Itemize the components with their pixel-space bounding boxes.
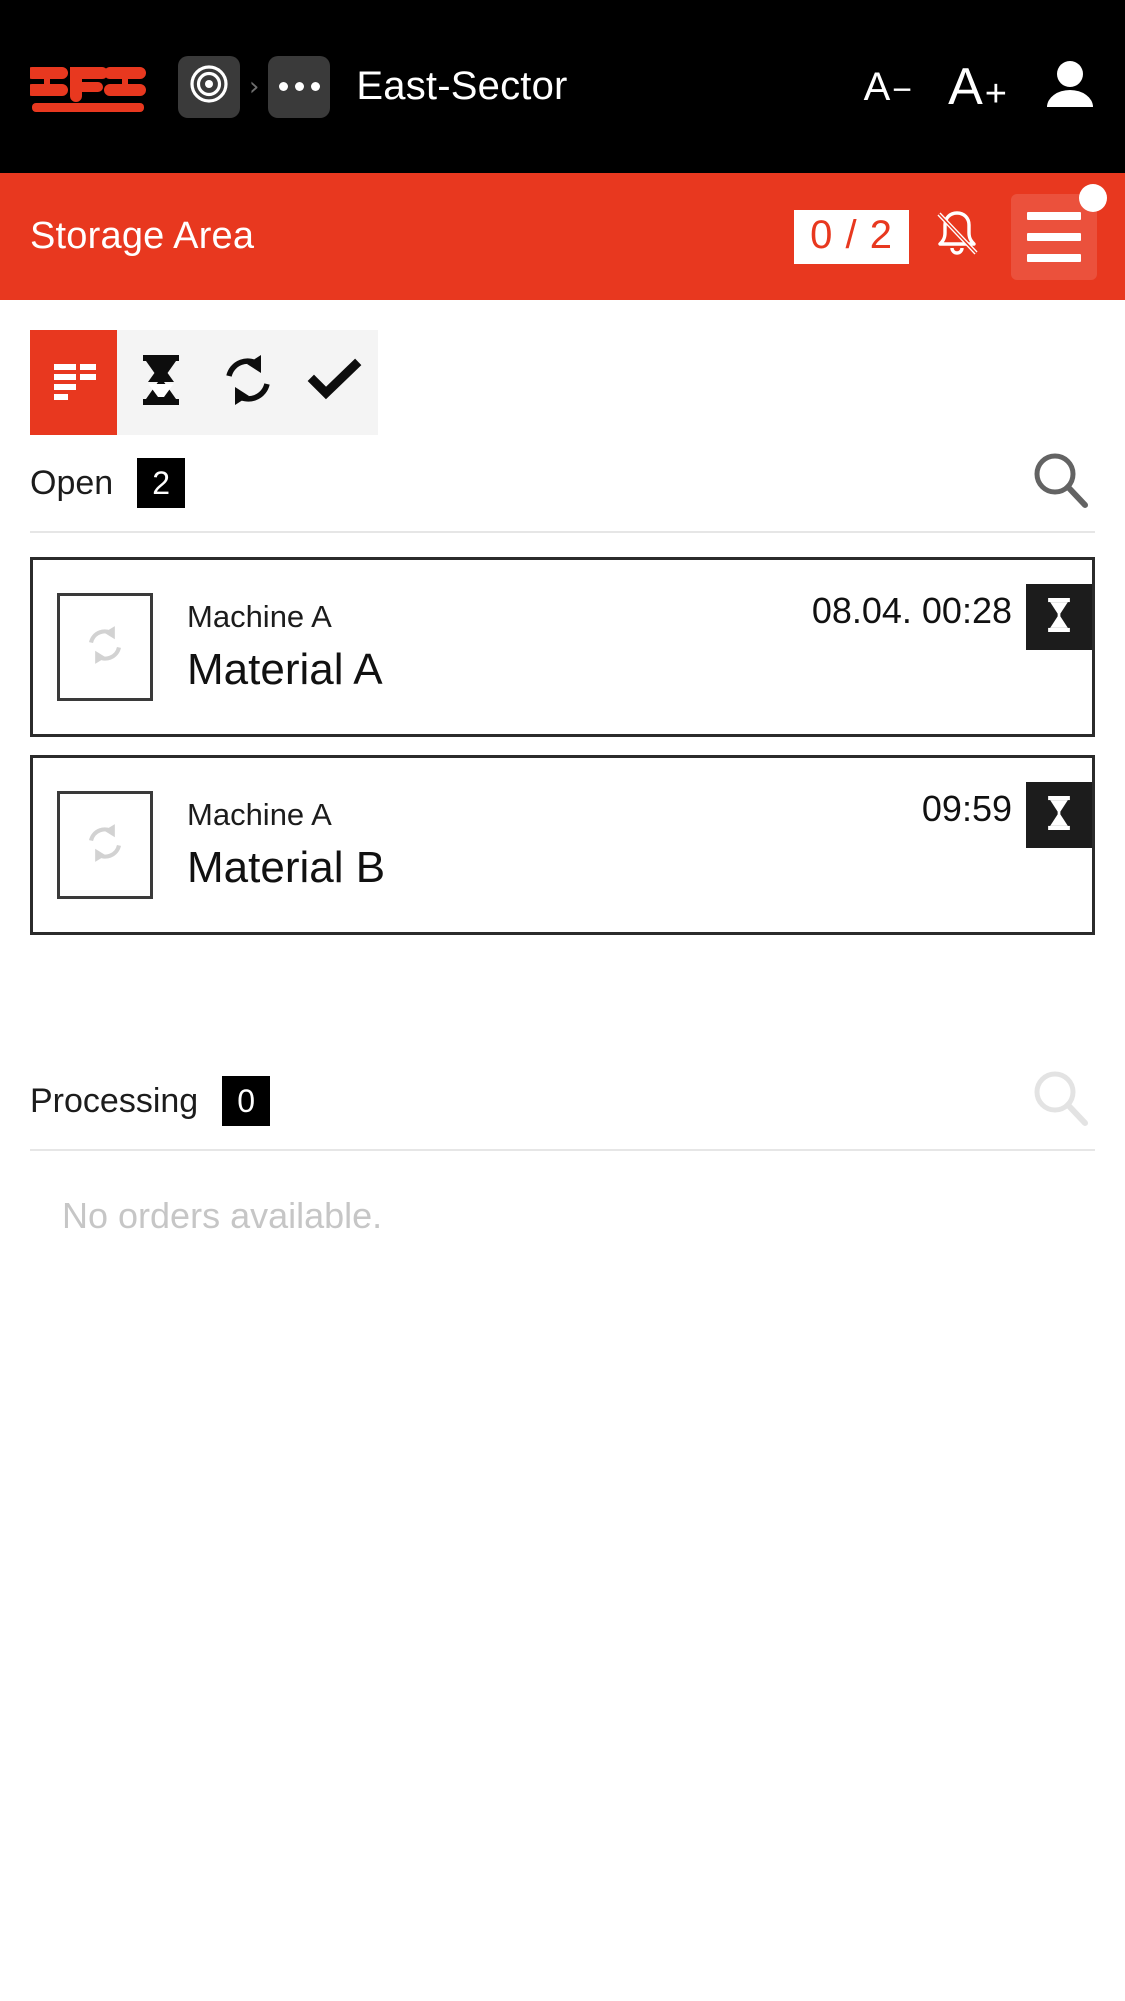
order-thumbnail — [57, 791, 153, 899]
empty-state-message: No orders available. — [62, 1195, 383, 1236]
order-details: Machine A Material B — [187, 796, 922, 892]
top-navigation-bar: › East-Sector A − A + — [0, 0, 1125, 173]
tab-pending[interactable] — [117, 330, 204, 435]
target-icon — [189, 64, 229, 109]
account-button[interactable] — [1043, 59, 1097, 115]
order-time: 09:59 — [921, 788, 1012, 829]
order-machine: Machine A — [187, 796, 332, 832]
order-meta: 08.04. 00:28 — [812, 584, 1092, 650]
check-icon — [307, 352, 363, 413]
ellipsis-icon — [278, 82, 320, 91]
notification-toggle-button[interactable] — [931, 209, 983, 265]
page-header-bar: Storage Area 0 / 2 — [0, 173, 1125, 300]
section-label-open: Open — [30, 463, 114, 502]
hamburger-line — [1027, 253, 1081, 262]
breadcrumb-current-title: East-Sector — [356, 64, 568, 108]
orders-list-open: Machine A Material A 08.04. 00:28 Machin… — [0, 533, 1125, 953]
section-label-processing: Processing — [30, 1081, 199, 1120]
order-time: 08.04. 00:28 — [811, 590, 1012, 631]
font-decrease-sign: − — [892, 70, 913, 109]
topbar-actions: A − A + — [864, 59, 1097, 115]
bell-off-icon — [932, 208, 982, 265]
font-decrease-button[interactable]: A − — [864, 67, 913, 107]
page-title: Storage Area — [30, 215, 255, 257]
breadcrumb-home-button[interactable] — [178, 55, 240, 118]
list-report-icon — [46, 352, 102, 413]
font-increase-sign: + — [984, 72, 1007, 115]
hourglass-icon — [1042, 594, 1076, 641]
section-count-open: 2 — [137, 458, 186, 508]
content-filler — [0, 1237, 1125, 2001]
header-actions: 0 / 2 — [794, 183, 1107, 280]
menu-notification-dot — [1079, 183, 1107, 212]
order-machine: Machine A — [187, 598, 332, 634]
sync-refresh-icon — [82, 622, 128, 673]
font-increase-letter: A — [948, 57, 983, 116]
order-material: Material B — [187, 843, 386, 892]
hamburger-line — [1027, 211, 1081, 220]
hamburger-menu-button[interactable] — [1011, 183, 1107, 280]
tab-completed[interactable] — [291, 330, 378, 435]
sfs-logo[interactable] — [30, 59, 148, 115]
tabs-container — [0, 300, 1125, 435]
order-thumbnail — [57, 593, 153, 701]
search-icon[interactable] — [1027, 1065, 1095, 1138]
order-status-badge — [1026, 584, 1092, 650]
order-status-badge — [1026, 782, 1092, 848]
section-header-open: Open 2 — [0, 435, 1125, 531]
sync-refresh-icon — [82, 820, 128, 871]
search-icon[interactable] — [1027, 447, 1095, 520]
app-screen: › East-Sector A − A + Storage Area 0 / 2… — [0, 0, 1125, 2001]
breadcrumb-separator-icon: › — [249, 71, 260, 102]
hourglass-icon — [1042, 792, 1076, 839]
tab-strip — [30, 330, 378, 435]
order-card[interactable]: Machine A Material A 08.04. 00:28 — [30, 557, 1095, 737]
tab-in-progress[interactable] — [204, 330, 291, 435]
hamburger-line — [1027, 232, 1081, 241]
section-header-processing: Processing 0 — [0, 1053, 1125, 1149]
person-icon — [1044, 57, 1096, 116]
font-decrease-letter: A — [863, 64, 891, 109]
font-increase-button[interactable]: A + — [948, 61, 1007, 113]
order-material: Material A — [187, 645, 383, 694]
hourglass-icon — [136, 352, 186, 413]
order-card[interactable]: Machine A Material B 09:59 — [30, 755, 1095, 935]
sync-refresh-icon — [220, 352, 276, 413]
order-meta: 09:59 — [922, 782, 1092, 848]
tab-overview[interactable] — [30, 330, 117, 435]
section-count-processing: 0 — [222, 1076, 271, 1126]
header-counter-chip: 0 / 2 — [794, 209, 909, 264]
breadcrumb-overflow-button[interactable] — [268, 55, 331, 118]
order-details: Machine A Material A — [187, 598, 812, 694]
